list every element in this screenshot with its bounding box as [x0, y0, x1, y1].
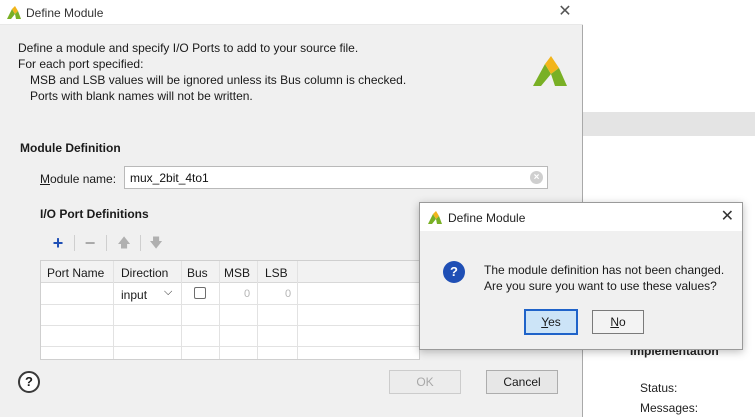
background-messages-label: Messages: [640, 401, 699, 415]
background-header-band [583, 112, 755, 136]
description-line-2: For each port specified: [18, 57, 144, 71]
module-definition-heading: Module Definition [20, 141, 121, 155]
column-header-msb[interactable]: MSB [224, 266, 250, 280]
description-line-1: Define a module and specify I/O Ports to… [18, 41, 359, 55]
ok-button[interactable]: OK [389, 370, 461, 394]
column-header-lsb[interactable]: LSB [265, 266, 288, 280]
background-status-label: Status: [640, 381, 678, 395]
row-divider [41, 304, 419, 305]
no-button[interactable]: No [592, 310, 644, 334]
lsb-value[interactable]: 0 [285, 288, 291, 300]
clear-icon[interactable]: × [530, 171, 543, 184]
module-name-label: Module name: [40, 172, 117, 186]
question-icon: ? [443, 261, 465, 283]
port-table: Port Name Direction Bus MSB LSB input ⌵ … [40, 260, 420, 360]
yes-button[interactable]: Yes [524, 309, 578, 335]
dialog-titlebar: Define Module ✕ [0, 0, 583, 25]
msb-value[interactable]: 0 [244, 288, 250, 300]
confirm-dialog: Define Module ✕ ? The module definition … [419, 202, 743, 350]
chevron-down-icon[interactable]: ⌵ [164, 286, 172, 299]
confirm-titlebar: Define Module ✕ [420, 203, 742, 231]
io-port-definitions-heading: I/O Port Definitions [40, 207, 149, 221]
column-header-bus[interactable]: Bus [187, 266, 208, 280]
description-line-3: MSB and LSB values will be ignored unles… [30, 73, 407, 87]
confirm-dialog-title: Define Module [448, 211, 526, 225]
vivado-logo-icon [7, 6, 21, 19]
toolbar-divider [106, 235, 107, 251]
move-down-icon[interactable]: 🡇 [146, 232, 166, 254]
toolbar-divider [74, 235, 75, 251]
port-toolbar: + − 🡅 🡇 [40, 229, 420, 257]
description-line-4: Ports with blank names will not be writt… [30, 89, 253, 103]
row-divider [41, 325, 419, 326]
dialog-title: Define Module [26, 6, 104, 20]
vivado-logo-icon [533, 56, 567, 86]
row-divider [41, 346, 419, 347]
vivado-logo-icon [428, 211, 442, 224]
help-icon[interactable]: ? [18, 371, 40, 393]
direction-select[interactable]: input [121, 288, 147, 302]
remove-port-icon[interactable]: − [80, 232, 100, 254]
module-name-input[interactable] [124, 166, 548, 189]
close-icon[interactable]: ✕ [721, 207, 734, 227]
confirm-message-line-2: Are you sure you want to use these value… [484, 279, 717, 293]
toolbar-divider [140, 235, 141, 251]
column-header-direction[interactable]: Direction [121, 266, 168, 280]
move-up-icon[interactable]: 🡅 [114, 232, 134, 254]
cancel-button[interactable]: Cancel [486, 370, 558, 394]
confirm-message-line-1: The module definition has not been chang… [484, 263, 725, 277]
add-port-icon[interactable]: + [48, 232, 68, 254]
column-header-port-name[interactable]: Port Name [47, 266, 104, 280]
port-name-cell[interactable] [45, 285, 109, 303]
bus-checkbox[interactable] [194, 287, 206, 299]
close-icon[interactable]: ✕ [557, 2, 573, 22]
